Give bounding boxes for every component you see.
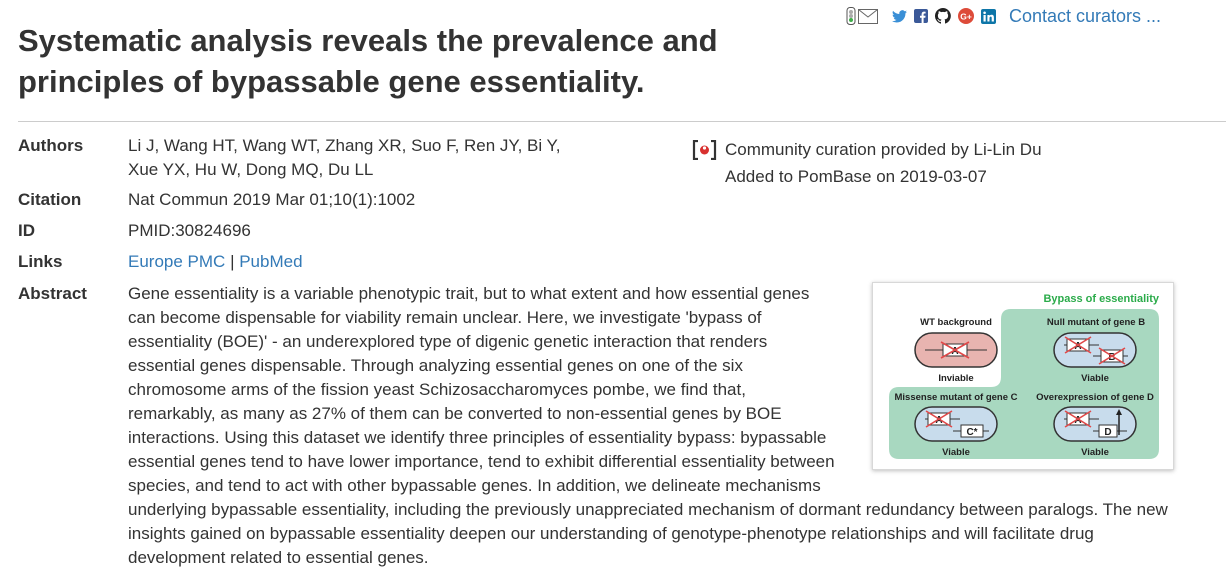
curation-provided-text: Community curation provided by Li-Lin Du (725, 140, 1042, 159)
id-label: ID (18, 221, 35, 240)
figure-heading: Bypass of essentiality (1043, 293, 1159, 305)
panel-outcome-missense-c: Viable (942, 447, 970, 458)
panel-title-overexpression-d: Overexpression of gene D (1036, 392, 1154, 403)
panel-outcome-null-b: Viable (1081, 373, 1109, 384)
traffic-light-icon[interactable] (846, 7, 856, 25)
panel-title-wt: WT background (920, 317, 992, 328)
github-icon[interactable] (935, 8, 951, 24)
linkedin-icon[interactable] (981, 8, 996, 24)
gene-c-label: C* (966, 427, 977, 438)
europe-pmc-link[interactable]: Europe PMC (128, 252, 225, 271)
gene-d-label: D (1104, 427, 1111, 438)
graphical-abstract[interactable]: Bypass of essentiality WT background A I… (872, 282, 1174, 470)
abstract-label: Abstract (18, 284, 87, 303)
authors-label: Authors (18, 136, 84, 155)
twitter-icon[interactable] (892, 9, 907, 23)
citation-label: Citation (18, 190, 82, 209)
curation-info: Community curation provided by Li-Lin Du… (692, 136, 1042, 190)
citation-value: Nat Commun 2019 Mar 01;10(1):1002 (128, 190, 416, 209)
panel-outcome-wt: Inviable (938, 373, 973, 384)
email-icon[interactable] (858, 8, 878, 24)
abstract-section: Bypass of essentiality WT background A I… (128, 282, 1188, 570)
panel-outcome-overexpression-d: Viable (1081, 447, 1109, 458)
pmid-value: PMID:30824696 (128, 221, 251, 240)
authors-value: Li J, Wang HT, Wang WT, Zhang XR, Suo F,… (128, 136, 561, 179)
links-value: Europe PMC | PubMed (128, 250, 303, 274)
pubmed-link[interactable]: PubMed (239, 252, 302, 271)
header-toolbar: G+ Contact curators ... (846, 5, 1161, 27)
contact-curators-link[interactable]: Contact curators ... (1009, 6, 1161, 27)
divider (18, 121, 1226, 122)
panel-title-missense-c: Missense mutant of gene C (895, 392, 1018, 403)
curation-added-text: Added to PomBase on 2019-03-07 (725, 167, 987, 186)
facebook-icon[interactable] (914, 9, 928, 23)
svg-text:G+: G+ (960, 12, 972, 22)
publication-title: Systematic analysis reveals the prevalen… (18, 23, 718, 99)
google-plus-icon[interactable]: G+ (958, 8, 974, 24)
community-curation-icon (692, 139, 717, 160)
links-label: Links (18, 252, 63, 271)
panel-title-null-b: Null mutant of gene B (1047, 317, 1145, 328)
links-separator: | (230, 252, 235, 271)
